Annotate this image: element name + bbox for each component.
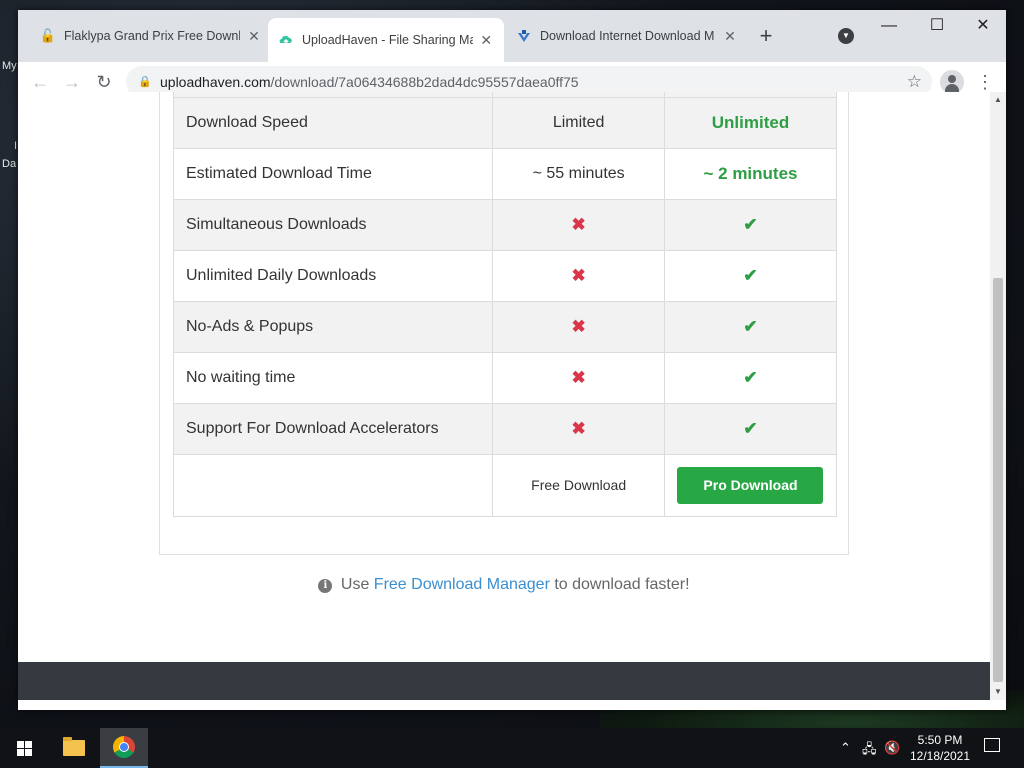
check-icon: ✔ bbox=[743, 419, 758, 438]
table-row: No waiting time ✖ ✔ bbox=[172, 352, 838, 404]
page-footer bbox=[18, 662, 990, 700]
free-plan-cell: Limited bbox=[492, 97, 665, 149]
table-row: Download Speed Limited Unlimited bbox=[172, 97, 838, 149]
download-tip: i Use Free Download Manager to download … bbox=[18, 576, 990, 594]
volume-muted-icon[interactable]: 🔇 bbox=[884, 740, 900, 756]
feature-name: Support For Download Accelerators bbox=[172, 403, 494, 455]
table-row: Unlimited Daily Downloads ✖ ✔ bbox=[172, 250, 838, 302]
notification-center-icon[interactable] bbox=[984, 738, 1000, 752]
cross-icon: ✖ bbox=[571, 215, 586, 234]
pro-plan-cell: ~ 2 minutes bbox=[663, 148, 838, 200]
free-plan-value: Limited bbox=[552, 114, 605, 131]
system-clock[interactable]: 5:50 PM 12/18/2021 bbox=[904, 732, 976, 764]
network-icon[interactable]: 🖧 bbox=[862, 740, 877, 762]
windows-logo-icon bbox=[16, 740, 32, 756]
free-plan-cell: ~ 55 minutes bbox=[492, 148, 665, 200]
feature-name: No-Ads & Popups bbox=[172, 301, 494, 353]
start-button[interactable] bbox=[0, 728, 48, 768]
plan-comparison-card: Download Speed Limited Unlimited Estimated … bbox=[159, 92, 849, 555]
page-area: Download Speed Limited Unlimited Estimated … bbox=[18, 0, 1006, 710]
scrollbar-thumb[interactable] bbox=[993, 278, 1003, 682]
feature-name: No waiting time bbox=[172, 352, 494, 404]
desktop-icon-label[interactable]: Da bbox=[2, 158, 16, 170]
desktop-icon-label[interactable]: I bbox=[14, 140, 17, 152]
cross-icon: ✖ bbox=[571, 266, 586, 285]
table-row: Support For Download Accelerators ✖ ✔ bbox=[172, 403, 838, 455]
pro-plan-cell: ✔ bbox=[663, 301, 838, 353]
free-plan-value: ~ 55 minutes bbox=[532, 165, 625, 182]
pro-plan-cell: ✔ bbox=[663, 403, 838, 455]
table-row: Simultaneous Downloads ✖ ✔ bbox=[172, 199, 838, 251]
check-icon: ✔ bbox=[743, 317, 758, 336]
check-icon: ✔ bbox=[743, 266, 758, 285]
folder-icon bbox=[63, 737, 85, 756]
vertical-scrollbar[interactable]: ▲ ▼ bbox=[990, 92, 1006, 700]
feature-name: Simultaneous Downloads bbox=[172, 199, 494, 251]
pro-plan-cell: Unlimited bbox=[663, 97, 838, 149]
clock-time: 5:50 PM bbox=[917, 733, 963, 747]
desktop-icon-label[interactable]: My bbox=[2, 60, 17, 72]
pro-plan-cell: ✔ bbox=[663, 250, 838, 302]
feature-name: Download Speed bbox=[172, 97, 494, 149]
pro-download-cell: Pro Download bbox=[663, 454, 838, 517]
windows-taskbar: ⌃ 🖧 🔇 5:50 PM 12/18/2021 bbox=[0, 728, 1024, 768]
table-row: Estimated Download Time ~ 55 minutes ~ 2 m… bbox=[172, 148, 838, 200]
page-viewport: Download Speed Limited Unlimited Estimated … bbox=[18, 92, 990, 700]
tip-prefix: Use bbox=[340, 576, 370, 593]
table-row: No-Ads & Popups ✖ ✔ bbox=[172, 301, 838, 353]
info-icon: i bbox=[318, 579, 333, 593]
cross-icon: ✖ bbox=[571, 419, 586, 438]
check-icon: ✔ bbox=[743, 215, 758, 234]
pro-plan-value: Unlimited bbox=[711, 113, 790, 132]
scroll-down-arrow-icon[interactable]: ▼ bbox=[990, 684, 1006, 700]
free-plan-cell: ✖ bbox=[492, 301, 665, 353]
cross-icon: ✖ bbox=[571, 368, 586, 387]
pro-plan-cell: ✔ bbox=[663, 199, 838, 251]
check-icon: ✔ bbox=[743, 368, 758, 387]
free-plan-cell: ✖ bbox=[492, 403, 665, 455]
clock-date: 12/18/2021 bbox=[909, 749, 971, 763]
comparison-table: Download Speed Limited Unlimited Estimated … bbox=[172, 92, 838, 517]
feature-name: Estimated Download Time bbox=[172, 148, 494, 200]
chrome-icon bbox=[113, 736, 135, 758]
free-plan-cell: ✖ bbox=[492, 352, 665, 404]
pro-plan-value: ~ 2 minutes bbox=[703, 164, 798, 183]
empty-cell bbox=[172, 454, 494, 517]
pro-download-button[interactable]: Pro Download bbox=[677, 467, 824, 504]
chevron-up-icon[interactable]: ⌃ bbox=[840, 740, 851, 756]
free-download-link[interactable]: Free Download bbox=[531, 477, 626, 493]
free-plan-cell: ✖ bbox=[492, 250, 665, 302]
tip-suffix: to download faster! bbox=[554, 576, 690, 593]
free-download-cell: Free Download bbox=[492, 454, 665, 517]
free-plan-cell: ✖ bbox=[492, 199, 665, 251]
download-buttons-row: Free Download Pro Download bbox=[172, 454, 838, 517]
scroll-up-arrow-icon[interactable]: ▲ bbox=[990, 92, 1006, 108]
chrome-taskbar-button[interactable] bbox=[100, 728, 148, 768]
free-download-manager-link[interactable]: Free Download Manager bbox=[374, 576, 550, 593]
cross-icon: ✖ bbox=[571, 317, 586, 336]
feature-name: Unlimited Daily Downloads bbox=[172, 250, 494, 302]
file-explorer-button[interactable] bbox=[50, 728, 98, 768]
pro-plan-cell: ✔ bbox=[663, 352, 838, 404]
